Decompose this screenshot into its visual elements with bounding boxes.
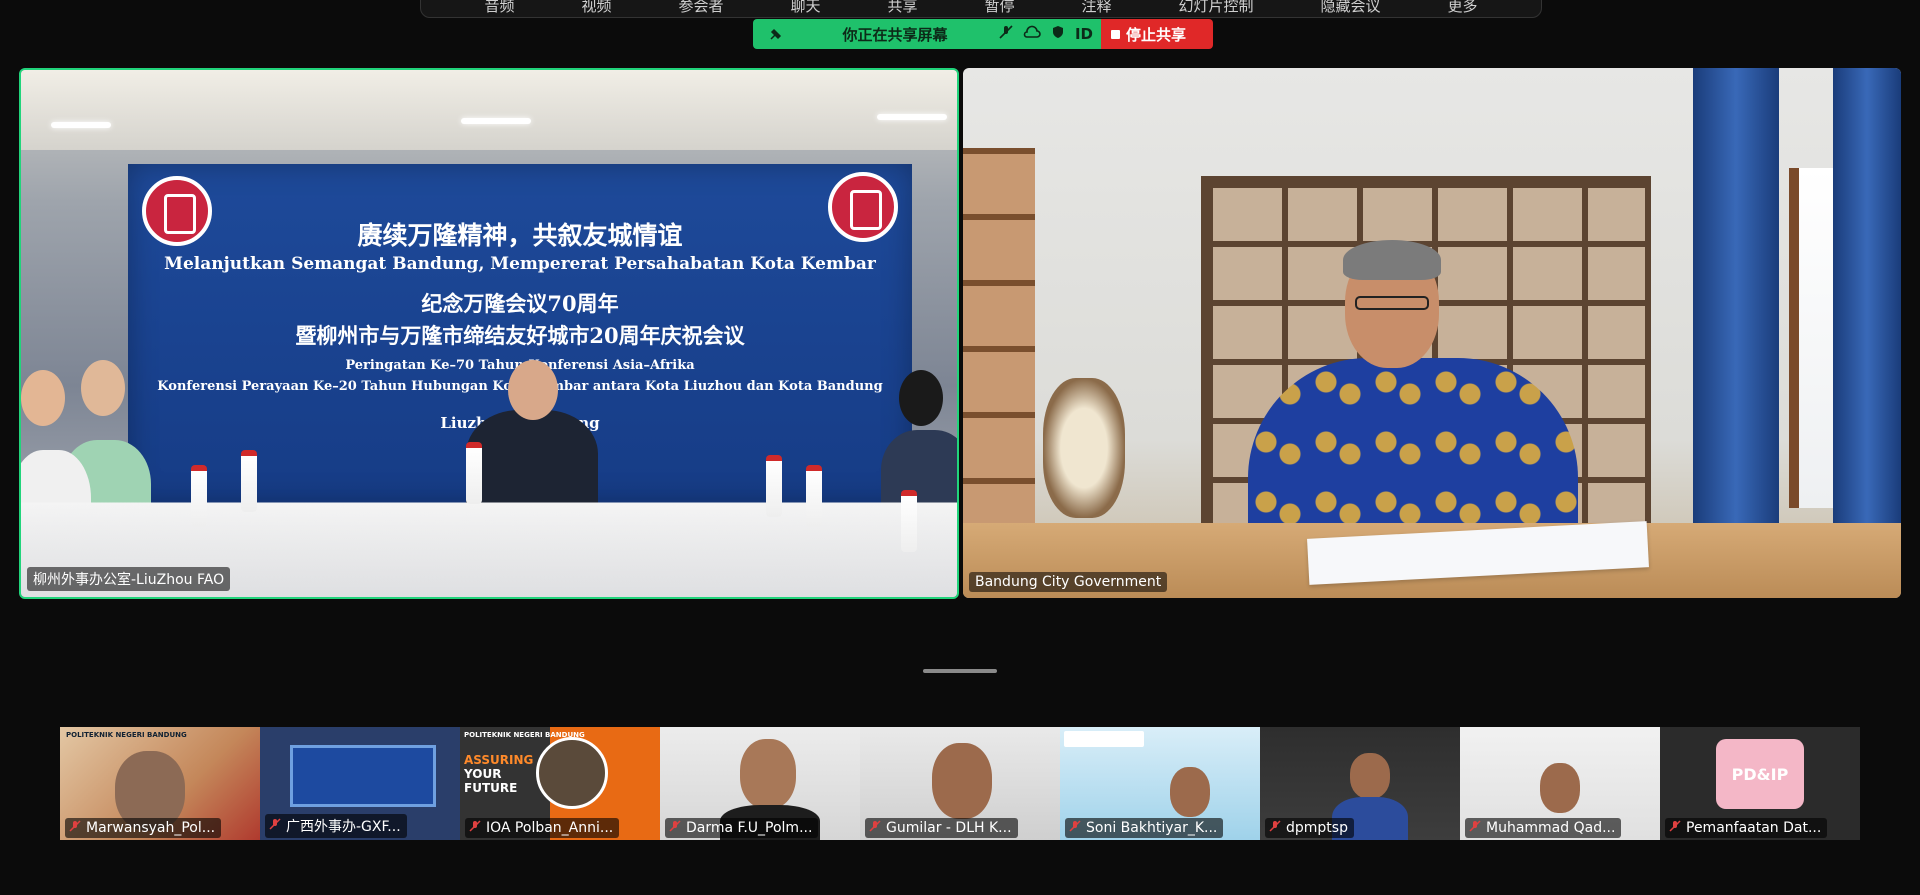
stop-share-label: 停止共享: [1126, 25, 1187, 44]
water-bottle: [806, 465, 822, 527]
toolbar-participants[interactable]: 参会者: [678, 0, 723, 15]
mic-muted-icon: [869, 820, 881, 836]
ceiling-light: [461, 118, 531, 124]
office-room-video: [963, 68, 1901, 598]
resize-handle[interactable]: [923, 669, 997, 673]
screen-share-bar: 你正在共享屏幕 ID 停止共享: [753, 19, 1213, 49]
toolbar-pause[interactable]: 暂停: [984, 0, 1014, 15]
toolbar-annotate[interactable]: 注释: [1081, 0, 1111, 15]
stop-icon: [1111, 29, 1120, 39]
toolbar-hide-meeting[interactable]: 隐藏会议: [1320, 0, 1380, 15]
video-tile-bandung[interactable]: Bandung City Government: [963, 68, 1901, 598]
decorative-art: [1043, 378, 1125, 518]
ceiling: [21, 70, 957, 150]
share-status-text: 你正在共享屏幕: [842, 25, 948, 44]
attendee-head: [21, 370, 65, 426]
participant-face: [1540, 763, 1580, 813]
thumbnail-pemanfaatan[interactable]: PD&IP Pemanfaatan Dat...: [1660, 727, 1860, 840]
ceiling-light: [51, 122, 111, 128]
thumbnail-soni[interactable]: Soni Bakhtiyar_K...: [1060, 727, 1260, 840]
mic-muted-icon: [1069, 820, 1081, 836]
mic-muted-icon: [1269, 820, 1281, 836]
water-bottle: [191, 465, 207, 527]
mic-muted-icon: [1669, 820, 1681, 836]
toolbar-slide-control[interactable]: 幻灯片控制: [1178, 0, 1253, 15]
toolbar-audio[interactable]: 音频: [484, 0, 514, 15]
curtain: [1833, 68, 1901, 528]
speaker-head: [508, 360, 558, 420]
mic-muted-icon: [269, 818, 281, 834]
participant-name-tag: 柳州外事办公室-LiuZhou FAO: [27, 567, 231, 591]
toolbar-video[interactable]: 视频: [581, 0, 611, 15]
mic-muted-icon: [469, 820, 481, 836]
pdip-avatar-text: PD&IP: [1731, 765, 1789, 784]
assuring-text: ASSURING: [464, 753, 534, 767]
thumbnail-name-tag: 广西外事办-GXF...: [265, 814, 407, 838]
thumbnail-name-tag: IOA Polban_Anni...: [465, 818, 620, 838]
thumbnail-gxfao[interactable]: 广西外事办-GXF...: [260, 727, 460, 840]
graduates-photo: [536, 737, 608, 809]
thumbnail-dpmptsp[interactable]: dpmptsp: [1260, 727, 1460, 840]
participant-face: [932, 743, 992, 819]
shared-banner-preview: [290, 745, 436, 807]
water-bottle: [901, 490, 917, 552]
banner-title-cn: 赓续万隆精神，共叙友城情谊: [357, 221, 683, 250]
future-text: FUTURE: [464, 781, 518, 795]
polban-logo-text: POLITEKNIK NEGERI BANDUNG: [66, 731, 187, 739]
speaker-hair: [1343, 240, 1441, 280]
thumbnail-name-tag: Gumilar - DLH K...: [865, 818, 1018, 838]
thumbnail-marwansyah[interactable]: POLITEKNIK NEGERI BANDUNG Marwansyah_Pol…: [60, 727, 260, 840]
thumbnail-gumilar[interactable]: Gumilar - DLH K...: [860, 727, 1060, 840]
attendee-head: [81, 360, 125, 416]
meeting-id-label[interactable]: ID: [1075, 25, 1093, 43]
thumbnail-ioa-polban[interactable]: POLITEKNIK NEGERI BANDUNG ASSURING YOUR …: [460, 727, 660, 840]
participant-name-tag: Bandung City Government: [969, 572, 1168, 592]
participant-face: [1170, 767, 1210, 817]
toolbar-chat[interactable]: 聊天: [790, 0, 820, 15]
ceiling-light: [877, 114, 947, 120]
wooden-shelf: [963, 148, 1035, 528]
stop-share-button[interactable]: 停止共享: [1101, 19, 1213, 49]
mic-muted-icon: [69, 820, 81, 836]
thumbnail-name-tag: dpmptsp: [1265, 818, 1354, 838]
toolbar-share[interactable]: 共享: [887, 0, 917, 15]
thumbnail-name-tag: Muhammad Qad...: [1465, 818, 1622, 838]
share-status[interactable]: 你正在共享屏幕 ID: [753, 19, 1101, 49]
shield-icon[interactable]: [1051, 25, 1065, 43]
cloud-icon[interactable]: [1023, 25, 1041, 43]
curtain: [1693, 68, 1779, 528]
speaker-glasses: [1355, 296, 1429, 310]
participant-face: [1350, 753, 1390, 799]
thumbnail-darma[interactable]: Darma F.U_Polm...: [660, 727, 860, 840]
water-bottle: [241, 450, 257, 512]
toolbar-more[interactable]: 更多: [1447, 0, 1477, 15]
thumbnail-name-tag: Pemanfaatan Dat...: [1665, 818, 1828, 838]
your-text: YOUR: [464, 767, 502, 781]
mic-muted-icon: [1469, 820, 1481, 836]
share-pin-icon[interactable]: [761, 27, 791, 41]
mic-muted-icon[interactable]: [999, 25, 1013, 43]
thumbnail-name-tag: Soni Bakhtiyar_K...: [1065, 818, 1224, 838]
banner-subtitle-cn-1: 纪念万隆会议70周年: [421, 291, 619, 316]
video-tile-liuzhou[interactable]: 赓续万隆精神，共叙友城情谊 Melanjutkan Semangat Bandu…: [19, 68, 959, 599]
water-bottle: [766, 455, 782, 517]
thumbnail-name-tag: Marwansyah_Pol...: [65, 818, 222, 838]
sponsor-logo: [1064, 731, 1144, 747]
thumbnail-muhammad[interactable]: Muhammad Qad...: [1460, 727, 1660, 840]
thumbnail-name-tag: Darma F.U_Polm...: [665, 818, 819, 838]
participant-thumbnail-strip: POLITEKNIK NEGERI BANDUNG Marwansyah_Pol…: [60, 727, 1860, 840]
conference-room-video: 赓续万隆精神，共叙友城情谊 Melanjutkan Semangat Bandu…: [21, 70, 957, 597]
attendee-head: [899, 370, 943, 426]
banner-subtitle-cn-2: 暨柳州市与万隆市缔结友好城市20周年庆祝会议: [295, 323, 745, 348]
participant-face: [740, 739, 796, 809]
water-bottle: [466, 442, 482, 504]
banner-title-id: Melanjutkan Semangat Bandung, Mempererat…: [164, 254, 876, 274]
mic-muted-icon: [669, 820, 681, 836]
meeting-toolbar: 音频 视频 参会者 聊天 共享 暂停 注释 幻灯片控制 隐藏会议 更多: [420, 0, 1542, 18]
